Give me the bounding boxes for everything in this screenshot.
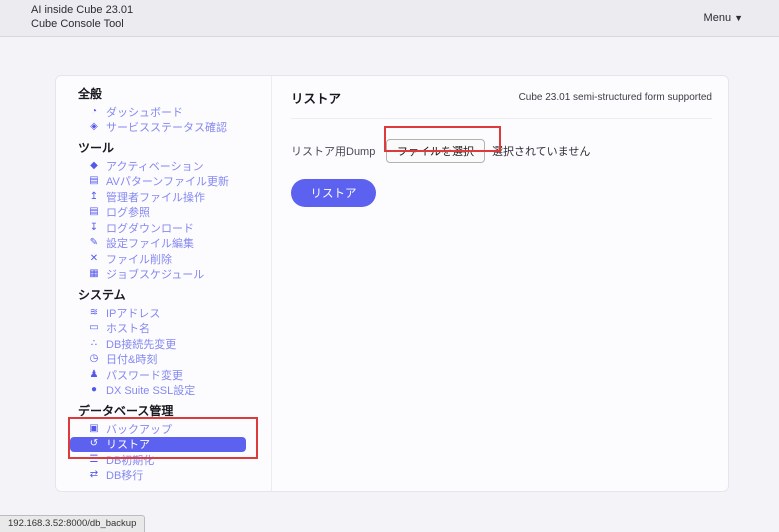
- log-download-icon: ↧: [89, 221, 99, 233]
- sidebar-item-datetime-clock[interactable]: ◷ 日付&時刻: [70, 352, 246, 368]
- sidebar-item-label: DB接続先変更: [106, 338, 177, 351]
- sidebar-item-label: パスワード変更: [106, 369, 183, 382]
- app-header: AI inside Cube 23.01 Cube Console Tool M…: [0, 0, 779, 37]
- console-card: 全般 ◔ ダッシュボード ◈ サービスステータス確認ツール ◆ アクティベーション ▤ AVパタ…: [55, 75, 729, 492]
- sidebar-item-db-connection[interactable]: ∴ DB接続先変更: [70, 336, 246, 352]
- sidebar-item-av-pattern-file[interactable]: ▤ AVパターンファイル更新: [70, 174, 246, 190]
- sidebar-item-label: AVパターンファイル更新: [106, 176, 229, 189]
- sidebar-item-label: バックアップ: [106, 423, 172, 436]
- sidebar-item-ssl-setting[interactable]: ● DX Suite SSL設定: [70, 383, 246, 399]
- sidebar-item-label: DB移行: [106, 470, 144, 483]
- main-content: リストア Cube 23.01 semi-structured form sup…: [272, 76, 728, 491]
- sidebar-item-db-migration[interactable]: ⇄ DB移行: [70, 468, 246, 484]
- sidebar-item-log-download[interactable]: ↧ ログダウンロード: [70, 220, 246, 236]
- sidebar-item-label: ジョブスケジュール: [106, 269, 205, 282]
- sidebar-item-label: DX Suite SSL設定: [106, 385, 196, 398]
- restore-submit-button[interactable]: リストア: [291, 179, 376, 207]
- sidebar-item-label: ファイル削除: [106, 253, 172, 266]
- content-header: リストア Cube 23.01 semi-structured form sup…: [291, 76, 712, 119]
- log-view-file-icon: ▤: [89, 206, 99, 218]
- config-edit-icon: ✎: [89, 237, 99, 249]
- dashboard-icon: ◔: [90, 105, 98, 117]
- restore-icon: ↺: [89, 438, 99, 450]
- app-title: AI inside Cube 23.01 Cube Console Tool: [31, 4, 133, 32]
- password-user-icon: ♟: [89, 368, 99, 380]
- av-pattern-file-icon: ▤: [89, 175, 99, 187]
- sidebar-item-label: アクティベーション: [106, 160, 204, 173]
- admin-file-upload-icon: ↥: [89, 190, 99, 202]
- sidebar-item-label: IPアドレス: [106, 307, 161, 320]
- sidebar-item-db-init[interactable]: ☰ DB初期化: [70, 452, 246, 468]
- ip-address-icon: ≋: [89, 306, 99, 318]
- sidebar-item-label: ダッシュボード: [106, 106, 183, 119]
- app-title-line2: Cube Console Tool: [31, 18, 124, 30]
- service-status-icon: ◈: [90, 121, 98, 133]
- sidebar-item-job-schedule-calendar[interactable]: ▦ ジョブスケジュール: [70, 267, 246, 283]
- dump-field-label: リストア用Dump: [291, 146, 376, 158]
- ssl-setting-icon: ●: [90, 384, 98, 396]
- sidebar-item-backup[interactable]: ▣ バックアップ: [70, 421, 246, 437]
- sidebar-section-title: ツール: [78, 141, 115, 155]
- db-migration-icon: ⇄: [89, 469, 99, 481]
- sidebar-item-service-status[interactable]: ◈ サービスステータス確認: [70, 120, 246, 136]
- sidebar-item-config-edit[interactable]: ✎ 設定ファイル編集: [70, 236, 246, 252]
- menu-label: Menu: [703, 12, 732, 24]
- file-status-text: 選択されていません: [492, 146, 591, 158]
- datetime-clock-icon: ◷: [89, 353, 99, 365]
- job-schedule-calendar-icon: ▦: [89, 268, 99, 280]
- status-url-bar: 192.168.3.52:8000/db_backup: [0, 515, 146, 532]
- sidebar-item-ip-address[interactable]: ≋ IPアドレス: [70, 305, 246, 321]
- sidebar-item-label: リストア: [106, 439, 150, 452]
- sidebar-item-label: DB初期化: [106, 454, 155, 467]
- hostname-monitor-icon: ▭: [89, 322, 99, 334]
- backup-icon: ▣: [89, 422, 99, 434]
- db-init-icon: ☰: [89, 453, 99, 465]
- dump-upload-row: リストア用Dump ファイルを選択 選択されていません: [291, 139, 712, 163]
- sidebar-item-hostname-monitor[interactable]: ▭ ホスト名: [70, 321, 246, 337]
- sidebar-section-title: 全般: [78, 87, 103, 101]
- app-title-line1: AI inside Cube 23.01: [31, 4, 134, 17]
- sidebar-item-label: ホスト名: [106, 323, 150, 336]
- sidebar-item-label: 管理者ファイル操作: [106, 191, 205, 204]
- sidebar-item-password-user[interactable]: ♟ パスワード変更: [70, 367, 246, 383]
- sidebar-item-label: ログ参照: [106, 207, 150, 220]
- sidebar-item-label: 日付&時刻: [106, 354, 158, 367]
- activation-shield-icon: ◆: [90, 159, 98, 171]
- page-title: リストア: [291, 91, 342, 106]
- sidebar-item-label: ログダウンロード: [106, 222, 194, 235]
- sidebar-item-admin-file-upload[interactable]: ↥ 管理者ファイル操作: [70, 189, 246, 205]
- sidebar-item-restore[interactable]: ↺ リストア: [70, 436, 246, 452]
- sidebar-item-activation-shield[interactable]: ◆ アクティベーション: [70, 158, 246, 174]
- sidebar-item-file-delete[interactable]: ✕ ファイル削除: [70, 251, 246, 267]
- sidebar-nav: 全般 ◔ ダッシュボード ◈ サービスステータス確認ツール ◆ アクティベーション ▤ AVパタ…: [56, 76, 272, 491]
- sidebar-section-title: データベース管理: [78, 404, 174, 418]
- sidebar-item-label: 設定ファイル編集: [106, 238, 194, 251]
- version-note: Cube 23.01 semi-structured form supporte…: [518, 91, 712, 103]
- choose-file-button[interactable]: ファイルを選択: [386, 139, 485, 163]
- chevron-down-icon: ▼: [734, 13, 743, 23]
- sidebar-item-log-view-file[interactable]: ▤ ログ参照: [70, 205, 246, 221]
- sidebar-item-dashboard[interactable]: ◔ ダッシュボード: [70, 104, 246, 120]
- file-input: ファイルを選択 選択されていません: [386, 139, 590, 163]
- db-connection-icon: ∴: [90, 337, 98, 349]
- menu-dropdown[interactable]: Menu ▼: [704, 12, 743, 24]
- file-delete-icon: ✕: [89, 252, 99, 264]
- sidebar-section-title: システム: [78, 288, 126, 302]
- sidebar-item-label: サービスステータス確認: [106, 122, 227, 135]
